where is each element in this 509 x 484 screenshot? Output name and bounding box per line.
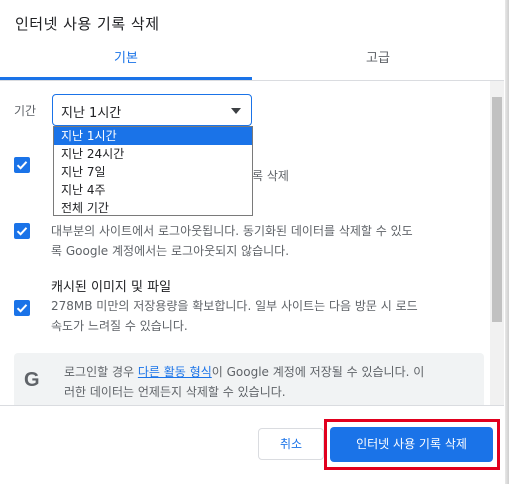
- info-text-line2: 러한 데이터는 언제든지 삭제할 수 있습니다.: [64, 385, 286, 399]
- time-range-select[interactable]: 지난 1시간: [52, 94, 252, 126]
- tab-basic[interactable]: 기본: [0, 40, 252, 80]
- scrollbar-thumb[interactable]: [492, 97, 502, 322]
- dropdown-arrow-icon: [231, 108, 241, 114]
- cache-title: 캐시된 이미지 및 파일: [51, 280, 172, 295]
- cancel-button[interactable]: 취소: [258, 428, 324, 460]
- browsing-history-desc: 록 삭제: [252, 169, 289, 183]
- cookies-desc-line1: 대부분의 사이트에서 로그아웃됩니다. 동기화된 데이터를 삭제할 수 있도: [51, 224, 413, 238]
- other-activity-link[interactable]: 다른 활동 형식: [138, 365, 212, 379]
- dialog-title: 인터넷 사용 기록 삭제: [15, 15, 160, 33]
- cache-desc: 278MB 미만의 저장용량을 확보합니다. 일부 사이트는 다음 방문 시 로…: [51, 296, 481, 336]
- clear-browsing-data-dialog: 인터넷 사용 기록 삭제 기본 고급 기간 지난 1시간 록 삭제 대부분의 사…: [0, 0, 509, 484]
- google-g-icon: G: [24, 369, 40, 391]
- tab-bar: 기본 고급: [0, 40, 504, 81]
- footer-divider: [0, 405, 504, 406]
- option-last-7-days[interactable]: 지난 7일: [54, 163, 252, 181]
- time-range-selected-value: 지난 1시간: [61, 106, 122, 121]
- option-last-24-hours[interactable]: 지난 24시간: [54, 145, 252, 163]
- cache-desc-line2: 속도가 느려질 수 있습니다.: [51, 319, 188, 333]
- tab-advanced[interactable]: 고급: [252, 40, 504, 80]
- cookies-desc: 대부분의 사이트에서 로그아웃됩니다. 동기화된 데이터를 삭제할 수 있도 록…: [51, 221, 481, 261]
- active-tab-indicator: [0, 77, 252, 80]
- google-activity-info: G 로그인할 경우 다른 활동 형식이 Google 계정에 저장될 수 있습니…: [14, 353, 484, 405]
- dialog-edge: [505, 0, 509, 484]
- cookies-desc-line2: 록 Google 계정에서는 로그아웃되지 않습니다.: [51, 244, 290, 258]
- option-last-hour[interactable]: 지난 1시간: [54, 127, 252, 145]
- cache-checkbox[interactable]: [14, 300, 30, 316]
- info-text-after: 이 Google 계정에 저장될 수 있습니다. 이: [211, 365, 425, 379]
- option-last-4-weeks[interactable]: 지난 4주: [54, 181, 252, 199]
- time-range-label: 기간: [14, 104, 37, 118]
- info-text-before: 로그인할 경우: [64, 365, 138, 379]
- info-text: 로그인할 경우 다른 활동 형식이 Google 계정에 저장될 수 있습니다.…: [64, 362, 479, 402]
- cache-desc-line1: 278MB 미만의 저장용량을 확보합니다. 일부 사이트는 다음 방문 시 로…: [51, 299, 418, 313]
- browsing-history-checkbox[interactable]: [14, 157, 30, 173]
- clear-data-button[interactable]: 인터넷 사용 기록 삭제: [330, 427, 493, 462]
- time-range-dropdown: 지난 1시간 지난 24시간 지난 7일 지난 4주 전체 기간: [53, 126, 253, 216]
- option-all-time[interactable]: 전체 기간: [54, 199, 252, 217]
- cookies-checkbox[interactable]: [14, 223, 30, 239]
